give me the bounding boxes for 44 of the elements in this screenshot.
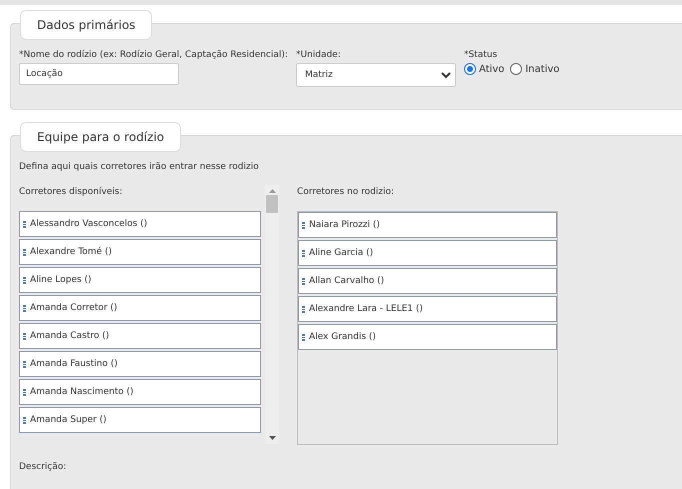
scroll-up-icon: [268, 189, 276, 193]
list-label: Corretores disponíveis:: [19, 187, 124, 197]
broker-item[interactable]: Aline Garcia (): [298, 240, 557, 266]
grip-icon: [302, 250, 305, 256]
grip-icon: [23, 388, 26, 396]
broker-item[interactable]: Amanda Super (): [19, 407, 261, 433]
scrollbar-thumb[interactable]: [266, 195, 278, 213]
chevron-down-icon: [440, 72, 451, 78]
status-radio[interactable]: Inativo: [510, 63, 560, 75]
grip-icon: [23, 220, 26, 228]
grip-icon: [302, 278, 305, 284]
grip-icon: [302, 334, 305, 340]
grip-icon: [23, 304, 26, 312]
scrollbar[interactable]: [265, 185, 279, 444]
list-label: Corretores no rodizio:: [297, 187, 396, 197]
grip-icon: [23, 248, 26, 256]
broker-item[interactable]: Alessandro Vasconcelos (): [19, 211, 261, 237]
broker-item[interactable]: Amanda Nascimento (): [19, 379, 261, 405]
grip-icon: [302, 222, 305, 228]
grip-icon: [302, 306, 305, 312]
section-tab[interactable]: Dados primários: [20, 10, 152, 40]
broker-item[interactable]: Amanda Castro (): [19, 323, 261, 349]
hint-text: Defina aqui quais corretores irão entrar nesse rodizio: [19, 162, 260, 172]
broker-item[interactable]: Alexandre Lara - LELE1 (): [298, 296, 557, 322]
broker-item[interactable]: Naiara Pirozzi (): [298, 212, 557, 238]
status-radio[interactable]: Ativo: [464, 63, 504, 75]
grip-icon: [23, 416, 26, 424]
section-tab[interactable]: Equipe para o rodízio: [20, 122, 182, 152]
broker-item[interactable]: Amanda Faustino (): [19, 351, 261, 377]
field-label: Descrição:: [19, 462, 68, 472]
unit-select[interactable]: Matriz: [296, 63, 456, 87]
grip-icon: [23, 276, 26, 284]
scroll-down-icon: [268, 436, 276, 440]
grip-icon: [23, 332, 26, 340]
broker-item[interactable]: Alex Grandis (): [298, 324, 557, 350]
broker-item[interactable]: Allan Carvalho (): [298, 268, 557, 294]
broker-item[interactable]: Alexandre Tomé (): [19, 239, 261, 265]
name-input[interactable]: Locação: [19, 63, 179, 85]
field-label: *Nome do rodízio (ex: Rodízio Geral, Captação Residencial):: [19, 50, 288, 60]
grip-icon: [23, 360, 26, 368]
field-label: *Unidade:: [296, 50, 342, 60]
field-label: *Status: [464, 50, 498, 60]
broker-item[interactable]: Aline Lopes (): [19, 267, 261, 293]
broker-item[interactable]: Amanda Corretor (): [19, 295, 261, 321]
